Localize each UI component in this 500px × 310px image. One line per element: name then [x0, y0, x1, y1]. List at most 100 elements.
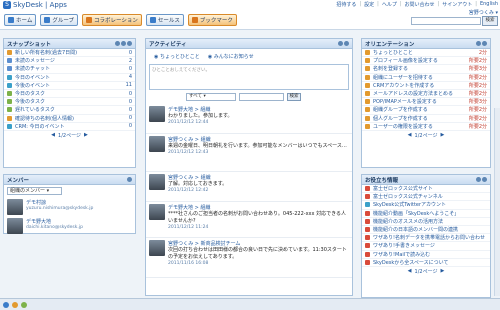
filter-select[interactable]: すべて ▾ [186, 93, 236, 101]
nav-collab-button[interactable]: コラボレーション [82, 14, 142, 26]
user-status-icon[interactable] [3, 301, 9, 308]
list-item[interactable]: 宮野つくみ > 組織 来週の金曜日、明日朝礼を行います。参加可能なメンバーはいつで… [146, 134, 352, 172]
info-panel: お役立ち情報 富士ゼロックス公式サイト 富士ゼロックス公式チャンネル SkyDe… [361, 174, 491, 298]
list-item[interactable]: POP/IMAPメールを設定する 所要3分 [362, 98, 490, 107]
user-menu[interactable]: 宮野つくみ ▾ [469, 9, 498, 16]
avatar [7, 218, 23, 234]
english-link[interactable]: English [480, 1, 498, 8]
list-item[interactable]: 機能紹介の日本語のメンバー間の連携 [362, 226, 490, 235]
list-item[interactable]: 組織にユーザーを招待する 所要2分 [362, 74, 490, 82]
avatar [149, 136, 165, 152]
minimize-icon[interactable] [482, 41, 487, 46]
list-item[interactable]: 新しい所有名刺(過去7日間) 0 [4, 49, 135, 58]
search-button[interactable]: 検索 [482, 16, 498, 26]
skydesk-logo-icon: S [3, 1, 11, 9]
list-item[interactable]: CRMアカウントを作成する 所要2分 [362, 82, 490, 90]
help-link[interactable]: ヘルプ [382, 1, 397, 8]
prev-icon[interactable]: ◀ [51, 132, 55, 138]
list-item[interactable]: CRM: 今日のイベント 0 [4, 123, 135, 131]
avatar [149, 204, 165, 220]
activity-input[interactable]: ひとことおしえてください。 [149, 64, 349, 90]
sales-icon [149, 17, 156, 23]
activity-search-input[interactable] [239, 93, 284, 101]
list-item[interactable]: 今日のタスク 0 [4, 90, 135, 99]
check-icon [365, 58, 370, 64]
invite-link[interactable]: 招待する [336, 1, 356, 8]
link-icon [365, 194, 370, 200]
list-item[interactable]: 組織グループを作成する 所要2分 [362, 106, 490, 115]
minimize-icon[interactable] [127, 41, 132, 46]
gear-icon[interactable] [476, 41, 481, 46]
list-item[interactable]: プロフィール画像を設定する 所要2分 [362, 57, 490, 66]
list-item[interactable]: ワザあり!手書きメッセージ [362, 242, 490, 251]
pager: ◀ 1/2ページ ▶ [407, 132, 445, 139]
search-input[interactable] [411, 17, 481, 25]
task-icon [7, 107, 12, 113]
list-item[interactable]: 宮野つくみ > 組織 了解。対応しておきます。 2011/12/12 12:42 [146, 172, 352, 202]
refresh-icon[interactable] [338, 41, 343, 46]
brand-logo[interactable]: S SkyDesk | Apps [3, 1, 67, 9]
list-item[interactable]: デモ野大地 > 組織 ****社さんのご担当者の名刺がお問い合わせあり。045-2… [146, 202, 352, 238]
panel-title: アクティビティ [149, 41, 187, 48]
prev-icon[interactable]: ◀ [408, 132, 412, 138]
list-item[interactable]: 未読のメッセージ 2 [4, 57, 135, 66]
video-icon [365, 251, 370, 257]
list-item[interactable]: 富士ゼロックス公式サイト [362, 185, 490, 194]
list-item[interactable]: 遅れているタスク 0 [4, 106, 135, 115]
panel-title: オリエンテーション [365, 41, 415, 48]
video-icon [365, 235, 370, 241]
list-item[interactable]: デモ野大地 > 組織 わかりました。参加します。 2011/12/12 12:44 [146, 104, 352, 134]
list-item[interactable]: メールアドレスの設定方法まとめる 所要2分 [362, 90, 490, 99]
chat-icon[interactable] [12, 301, 18, 308]
next-icon[interactable]: ▶ [84, 132, 88, 138]
list-item[interactable]: 個人グループを作成する 所要2分 [362, 115, 490, 123]
avatar [7, 199, 23, 215]
gear-icon[interactable] [121, 41, 126, 46]
list-item[interactable]: SkyDeskから全スペースについて [362, 259, 490, 267]
list-item[interactable]: ちょっとひとこと 2分 [362, 49, 490, 58]
list-item[interactable]: 未読のチャット 0 [4, 65, 135, 74]
nav-sales-button[interactable]: セールス [145, 14, 184, 26]
nav-group-button[interactable]: グループ [40, 14, 79, 26]
home-icon [8, 17, 14, 23]
member-row[interactable]: デモ村諒 yuzuru.nishimura@skydesk.jp [4, 197, 135, 216]
list-item[interactable]: ワザあり!Mailで読み込む [362, 251, 490, 259]
link-icon [365, 186, 370, 192]
tab-quick-note[interactable]: ◉ ちょっとひとこと [154, 53, 200, 60]
list-item[interactable]: SkyDesk公式Twitterアカウント [362, 201, 490, 210]
next-icon[interactable]: ▶ [440, 132, 444, 138]
member-row[interactable]: デモ野大地 daichi.kitano@skydesk.jp [4, 216, 135, 235]
list-item[interactable]: ワザあり!名刺データを携帯電話からお問い合わせ [362, 234, 490, 243]
online-icon[interactable] [21, 301, 27, 308]
minimize-icon[interactable] [482, 177, 487, 182]
list-item[interactable]: 宮野つくみ > 新商品検討チーム 次回の打ち合わせは田田様の都合の良い日で先に決め… [146, 238, 352, 278]
list-item[interactable]: 機能紹介のオススメの活用方法 [362, 218, 490, 226]
refresh-icon[interactable] [115, 41, 120, 46]
nav-bookmark-button[interactable]: ブックマーク [187, 14, 237, 26]
minimize-icon[interactable] [344, 41, 349, 46]
nav-home-button[interactable]: ホーム [4, 14, 37, 26]
list-item[interactable]: 今日のイベント 4 [4, 74, 135, 82]
list-item[interactable]: 今後のイベント 11 [4, 82, 135, 90]
next-icon[interactable]: ▶ [440, 268, 444, 274]
settings-link[interactable]: 設定 [364, 1, 374, 8]
video-icon [365, 259, 370, 265]
snapshot-panel: スナップショット 新しい所有名刺(過去7日間) 0 未読のメッセージ 2 未読のチャ… [3, 38, 136, 168]
list-item[interactable]: 富士ゼロックス公式チャンネル [362, 193, 490, 202]
list-item[interactable]: 機能紹介動画「SkyDeskへようこそ」 [362, 210, 490, 218]
gear-icon[interactable] [476, 177, 481, 182]
list-item[interactable]: ユーザーの権限を設定する 所要2分 [362, 123, 490, 131]
signout-link[interactable]: サインアウト [442, 1, 472, 8]
prev-icon[interactable]: ◀ [408, 268, 412, 274]
contact-link[interactable]: お問い合わせ [405, 1, 435, 8]
tab-announcement[interactable]: ◉ みんなにお知らせ [208, 53, 254, 60]
member-select[interactable]: 組織のメンバー ▾ [7, 187, 62, 195]
activity-search-button[interactable]: 検索 [287, 93, 301, 101]
list-item[interactable]: 確認待ちの名刺(個人情報) 0 [4, 115, 135, 123]
video-icon [365, 218, 370, 224]
list-item[interactable]: 今後のタスク 0 [4, 98, 135, 107]
panel-title: メンバー [7, 177, 30, 184]
scrollbar[interactable] [494, 108, 500, 296]
minimize-icon[interactable] [127, 177, 132, 182]
list-item[interactable]: 名刺を登録する 所要3分 [362, 65, 490, 74]
